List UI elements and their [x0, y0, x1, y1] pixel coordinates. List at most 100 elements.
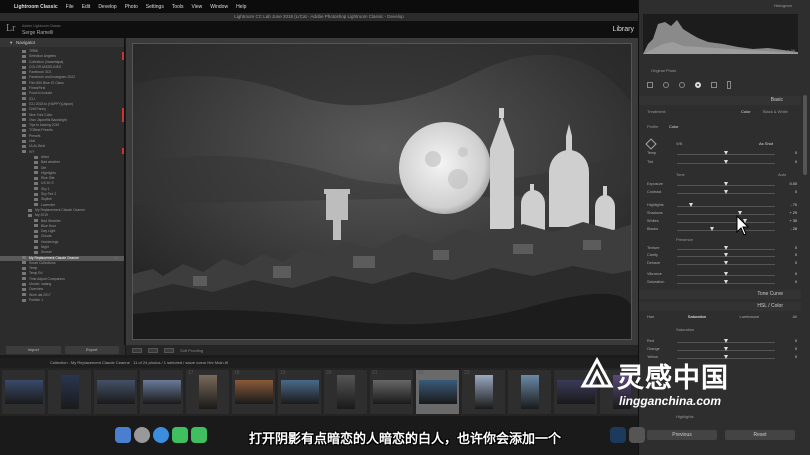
- import-button[interactable]: Import: [6, 346, 61, 354]
- crop-icon[interactable]: [647, 82, 653, 88]
- slider-knob[interactable]: [723, 280, 728, 284]
- slider-shadows[interactable]: Shadows + 29: [647, 210, 797, 217]
- slider-value[interactable]: - 70: [790, 203, 797, 207]
- tab-all[interactable]: All: [793, 314, 797, 323]
- slider-knob[interactable]: [723, 272, 728, 276]
- menu-view[interactable]: View: [192, 4, 203, 10]
- slider-value[interactable]: 0: [795, 339, 797, 343]
- menu-edit[interactable]: Edit: [82, 4, 91, 10]
- menu-photo[interactable]: Photo: [125, 4, 138, 10]
- graduated-filter-icon[interactable]: [711, 82, 717, 88]
- filmstrip-thumbnail[interactable]: 23: [462, 370, 505, 414]
- slider-value[interactable]: 0: [795, 347, 797, 351]
- histogram[interactable]: Whites + 39: [643, 14, 798, 54]
- slider-orange[interactable]: Orange 0: [647, 346, 797, 353]
- red-eye-icon[interactable]: [679, 82, 685, 88]
- slider-dehaze[interactable]: Dehaze 0: [647, 260, 797, 267]
- slider-tint[interactable]: Tint 0: [647, 159, 797, 166]
- slider-value[interactable]: 0: [795, 151, 797, 155]
- filmstrip-thumbnail[interactable]: [94, 370, 137, 414]
- menu-file[interactable]: File: [66, 4, 74, 10]
- slider-value[interactable]: 0.00: [790, 182, 797, 186]
- loupe-view-button[interactable]: [132, 347, 142, 353]
- histogram-header[interactable]: Histogram: [774, 3, 792, 8]
- slider-value[interactable]: 0: [795, 160, 797, 164]
- original-photo-checkbox[interactable]: Original Photo: [651, 68, 676, 73]
- filmstrip-thumbnail[interactable]: [48, 370, 91, 414]
- filmstrip-thumbnail[interactable]: 17: [186, 370, 229, 414]
- slider-exposure[interactable]: Exposure 0.00: [647, 181, 797, 188]
- menu-settings[interactable]: Settings: [146, 4, 164, 10]
- menu-develop[interactable]: Develop: [98, 4, 116, 10]
- filmstrip-thumbnail[interactable]: 21: [370, 370, 413, 414]
- filmstrip-thumbnail[interactable]: [140, 370, 183, 414]
- treatment-bw[interactable]: Black & White: [763, 109, 788, 114]
- slider-vibrance[interactable]: Vibrance 0: [647, 271, 797, 278]
- filmstrip-thumbnail[interactable]: [508, 370, 551, 414]
- slider-knob[interactable]: [723, 347, 728, 351]
- tone-curve-header[interactable]: Tone Curve: [639, 290, 801, 299]
- basic-panel-header[interactable]: Basic: [639, 96, 801, 105]
- slider-knob[interactable]: [723, 160, 728, 164]
- right-panel-scrollbar[interactable]: [803, 95, 807, 175]
- wb-select[interactable]: As Shot: [759, 141, 773, 146]
- menu-tools[interactable]: Tools: [172, 4, 184, 10]
- slider-knob[interactable]: [723, 253, 728, 257]
- export-button[interactable]: Export: [64, 346, 119, 354]
- slider-contrast[interactable]: Contrast 0: [647, 189, 797, 196]
- slider-value[interactable]: 0: [795, 253, 797, 257]
- slider-knob[interactable]: [689, 203, 694, 207]
- menu-help[interactable]: Help: [236, 4, 246, 10]
- filmstrip-path[interactable]: Collection : My Replacement Claude Ceann…: [50, 360, 130, 365]
- tab-luminance[interactable]: Luminance: [739, 314, 759, 323]
- slider-blacks[interactable]: Blacks - 28: [647, 226, 797, 233]
- slider-track[interactable]: [677, 213, 775, 215]
- tab-saturation[interactable]: Saturation: [688, 314, 706, 323]
- slider-clarity[interactable]: Clarity 0: [647, 252, 797, 259]
- hsl-header[interactable]: HSL / Color: [639, 302, 801, 311]
- menu-window[interactable]: Window: [210, 4, 228, 10]
- slider-knob[interactable]: [709, 227, 714, 231]
- slider-knob[interactable]: [723, 182, 728, 186]
- filmstrip-thumbnail[interactable]: 19: [278, 370, 321, 414]
- soft-proofing-label[interactable]: Soft Proofing: [180, 348, 203, 353]
- tab-hue[interactable]: Hue: [647, 314, 654, 323]
- compare-button[interactable]: [164, 347, 174, 353]
- slider-value[interactable]: - 28: [790, 227, 797, 231]
- slider-knob[interactable]: [723, 261, 728, 265]
- slider-value[interactable]: + 29: [790, 211, 798, 215]
- slider-temp[interactable]: Temp 0: [647, 150, 797, 157]
- slider-saturation[interactable]: Saturation 0: [647, 279, 797, 286]
- filmstrip-thumbnail[interactable]: 18: [232, 370, 275, 414]
- slider-value[interactable]: 0: [795, 280, 797, 284]
- slider-whites[interactable]: Whites + 39: [647, 218, 797, 225]
- slider-knob[interactable]: [723, 339, 728, 343]
- brush-icon[interactable]: [727, 81, 731, 89]
- eyedropper-icon[interactable]: [645, 138, 657, 150]
- slider-knob[interactable]: [723, 190, 728, 194]
- slider-value[interactable]: 0: [795, 246, 797, 250]
- slider-value[interactable]: 0: [795, 272, 797, 276]
- slider-track[interactable]: [677, 221, 775, 223]
- tone-auto-button[interactable]: Auto: [778, 172, 786, 177]
- before-after-button[interactable]: [148, 347, 158, 353]
- slider-value[interactable]: + 39: [790, 219, 798, 223]
- slider-texture[interactable]: Texture 0: [647, 245, 797, 252]
- main-photo[interactable]: [132, 43, 632, 340]
- slider-knob[interactable]: [723, 246, 728, 250]
- slider-value[interactable]: 0: [795, 261, 797, 265]
- profile-select[interactable]: Color: [669, 124, 679, 129]
- slider-highlights[interactable]: Highlights - 70: [647, 202, 797, 209]
- filmstrip-thumbnail[interactable]: 20: [324, 370, 367, 414]
- module-library[interactable]: Library: [613, 26, 634, 33]
- spot-removal-icon[interactable]: [663, 82, 669, 88]
- slider-track[interactable]: [677, 229, 775, 231]
- filmstrip-thumbnail[interactable]: 22: [416, 370, 459, 414]
- collection-item[interactable]: Publish 1: [0, 298, 124, 303]
- slider-value[interactable]: 0: [795, 190, 797, 194]
- treatment-color[interactable]: Color: [741, 109, 751, 114]
- slider-knob[interactable]: [723, 151, 728, 155]
- navigator-header[interactable]: Navigator: [0, 38, 124, 47]
- menu-app-name[interactable]: Lightroom Classic: [14, 4, 58, 10]
- radial-filter-icon[interactable]: [695, 82, 701, 88]
